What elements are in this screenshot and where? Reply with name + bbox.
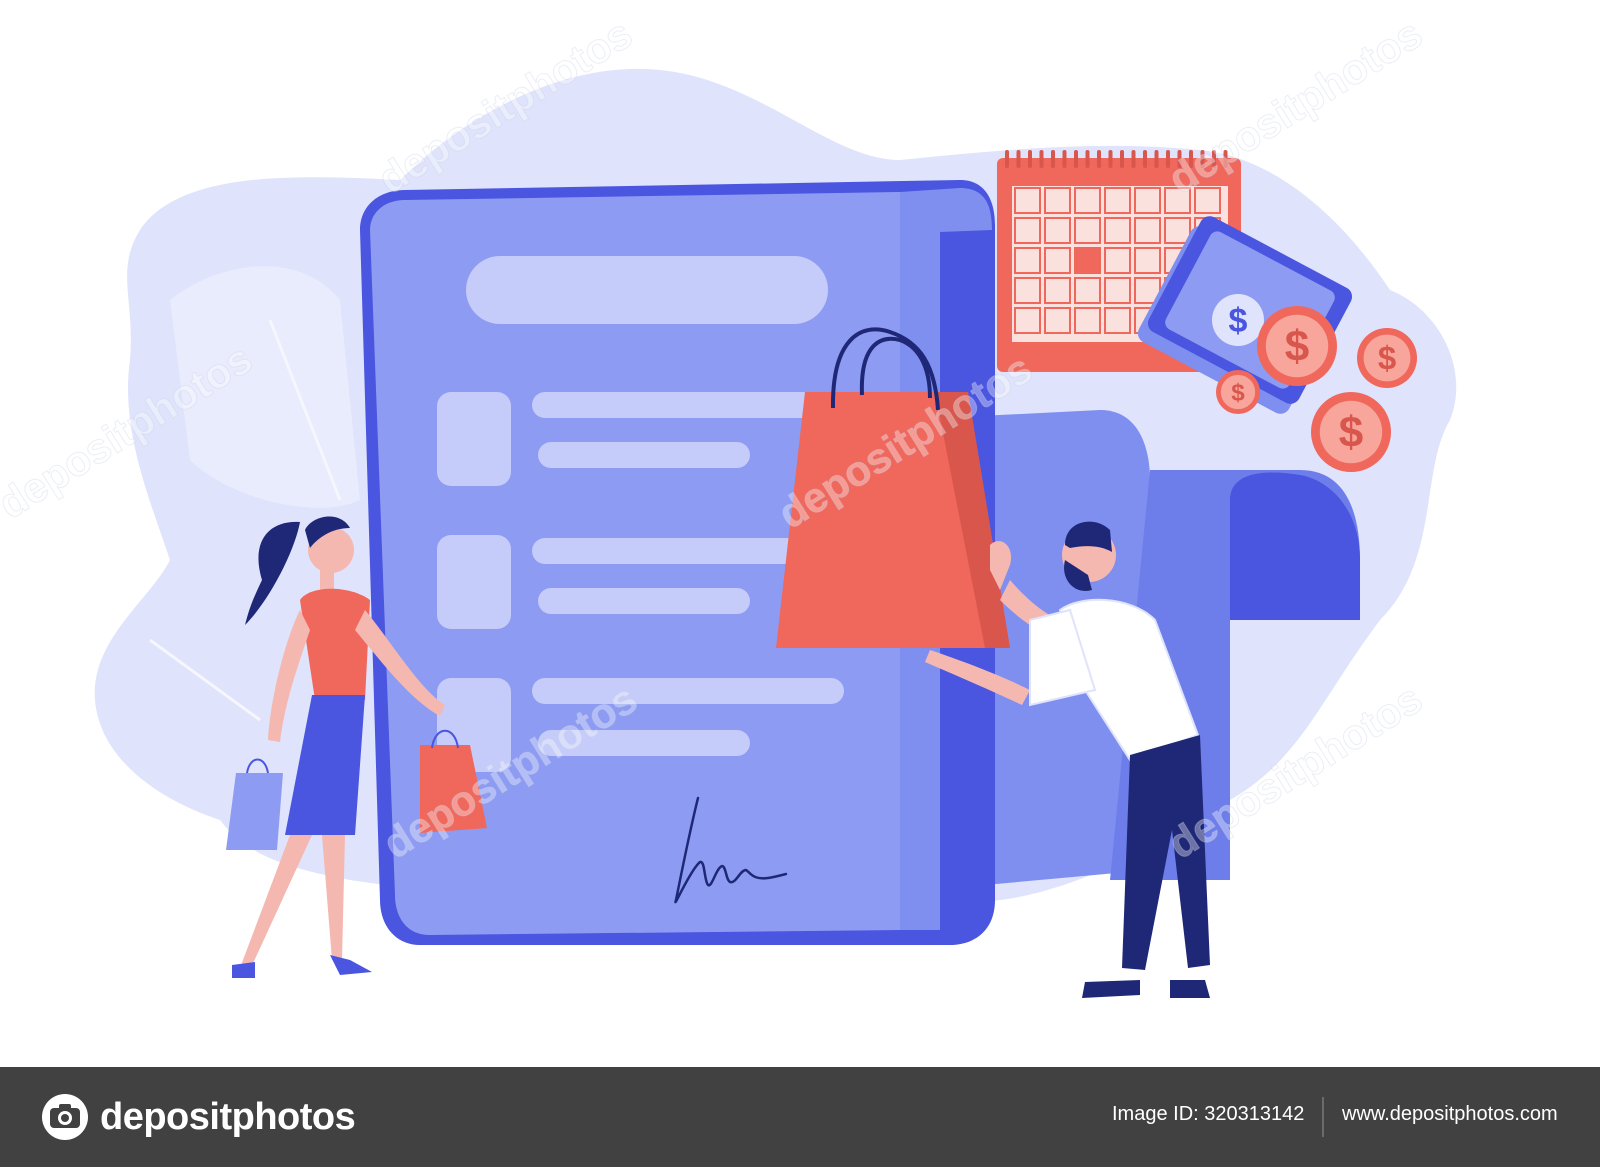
svg-text:$: $ (1229, 302, 1248, 340)
svg-text:$: $ (1339, 408, 1363, 457)
site-url-link[interactable]: www.depositphotos.com (1342, 1103, 1558, 1126)
calendar-day-cell (1044, 217, 1071, 244)
calendar-ring (1039, 150, 1044, 168)
calendar-day-cell (1014, 187, 1041, 214)
calendar-ring (1005, 150, 1009, 168)
calendar-ring (1154, 150, 1159, 168)
svg-text:depositphotos: depositphotos (1160, 9, 1430, 202)
calendar-ring (1085, 150, 1090, 168)
calendar-day-cell (1074, 217, 1101, 244)
calendar-ring (1143, 150, 1147, 168)
brand-logo[interactable]: depositphotos (40, 1093, 356, 1141)
svg-text:$: $ (1231, 379, 1245, 406)
footer-divider (1322, 1097, 1324, 1137)
calendar-day-cell (1074, 247, 1101, 274)
svg-text:$: $ (1378, 339, 1396, 376)
calendar-day-cell (1074, 277, 1101, 304)
coin-icon: $ (1357, 328, 1417, 388)
calendar-ring (1028, 150, 1032, 168)
calendar-day-cell (1044, 307, 1071, 334)
calendar-day-cell (1044, 247, 1071, 274)
calendar-day-cell (1044, 187, 1071, 214)
calendar-day-cell (1164, 217, 1191, 244)
coin-icon: $ (1257, 306, 1337, 386)
calendar-ring (1016, 150, 1021, 168)
coin-icon: $ (1216, 370, 1260, 414)
calendar-day-cell (1104, 217, 1131, 244)
brand-name: depositphotos (100, 1095, 356, 1138)
calendar-day-cell (1074, 307, 1101, 334)
calendar-day-cell (1134, 217, 1161, 244)
calendar-day-cell (1014, 307, 1041, 334)
calendar-day-cell (1044, 277, 1071, 304)
calendar-day-cell (1104, 247, 1131, 274)
calendar-ring (1051, 150, 1055, 168)
calendar-day-cell (1104, 277, 1131, 304)
calendar-day-cell (1014, 217, 1041, 244)
calendar-ring (1120, 150, 1124, 168)
calendar-ring (1074, 150, 1078, 168)
illustration: $ $ $ $ $ depositphotos depositphotos depo… (0, 9, 1457, 998)
calendar-ring (1062, 150, 1067, 168)
calendar-ring (1097, 150, 1101, 168)
calendar-day-cell (1014, 277, 1041, 304)
calendar-day-cell (1014, 247, 1041, 274)
calendar-day-cell (1134, 247, 1161, 274)
calendar-day-cell (1134, 187, 1161, 214)
coin-icon: $ (1311, 392, 1391, 472)
stock-image: $ $ $ $ $ depositphotos depositphotos de… (0, 0, 1600, 1167)
stock-footer-bar: depositphotos Image ID: 320313142 www.de… (0, 1067, 1600, 1167)
calendar-day-cell (1074, 187, 1101, 214)
calendar-day-cell (1104, 187, 1131, 214)
calendar-day-cell (1104, 307, 1131, 334)
svg-text:$: $ (1285, 322, 1309, 371)
image-id-label: Image ID: 320313142 (1112, 1103, 1305, 1125)
calendar-ring (1108, 150, 1113, 168)
calendar-ring (1131, 150, 1136, 168)
camera-icon (42, 1094, 88, 1140)
